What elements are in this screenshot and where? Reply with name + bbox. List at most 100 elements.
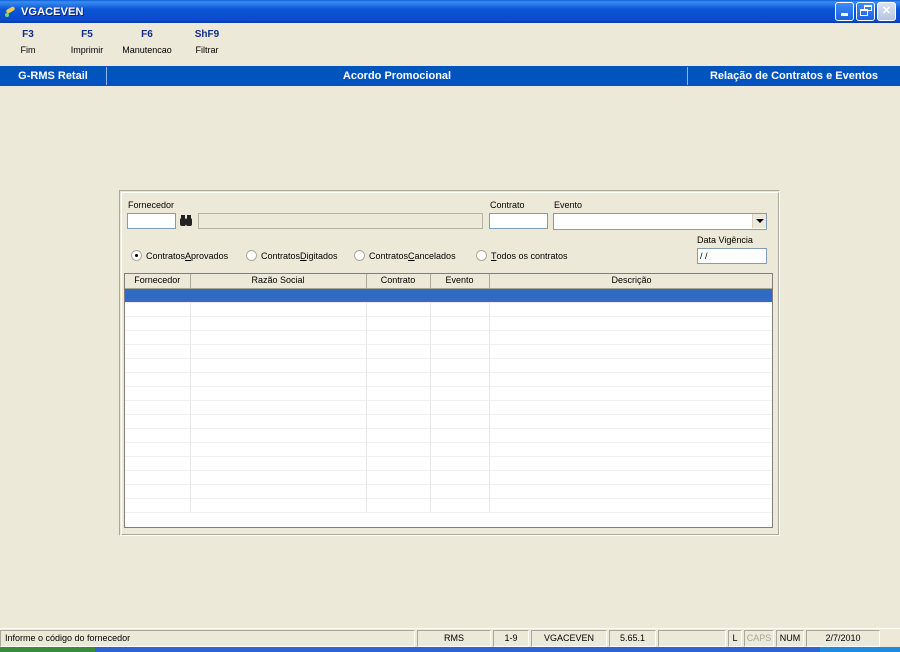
radio-todos-contratos[interactable]: Todos os contratos (476, 250, 568, 261)
table-cell (190, 302, 367, 317)
table-cell (366, 442, 431, 457)
table-cell (366, 372, 431, 387)
status-message: Informe o código do fornecedor (0, 630, 415, 647)
contrato-input[interactable] (489, 213, 548, 229)
band-screen-title: Relação de Contratos e Eventos (709, 70, 879, 82)
table-cell (489, 414, 772, 429)
table-cell (489, 400, 772, 415)
table-cell (190, 372, 367, 387)
restore-button[interactable] (856, 2, 875, 21)
table-cell (430, 358, 490, 373)
table-cell (430, 372, 490, 387)
fornecedor-label: Fornecedor (128, 200, 175, 210)
radio-dot[interactable] (131, 250, 142, 261)
fkey-fim[interactable]: F3 Fim (0, 27, 56, 63)
contracts-grid[interactable]: Fornecedor Razão Social Contrato Evento … (124, 273, 773, 528)
table-row[interactable] (125, 414, 772, 429)
table-row[interactable] (125, 484, 772, 499)
table-row[interactable] (125, 470, 772, 485)
table-row[interactable] (125, 302, 772, 317)
table-cell (430, 442, 490, 457)
chevron-down-icon[interactable] (752, 214, 766, 228)
table-cell (190, 358, 367, 373)
table-cell (366, 470, 431, 485)
column-header-razao-social[interactable]: Razão Social (190, 274, 367, 289)
table-row[interactable] (125, 330, 772, 345)
table-cell (125, 316, 191, 331)
close-button[interactable]: ✕ (877, 2, 896, 21)
table-cell (489, 344, 772, 359)
table-row[interactable] (125, 442, 772, 457)
fkey-manutencao[interactable]: F6 Manutencao (118, 27, 176, 63)
status-system: RMS (417, 630, 491, 647)
table-cell (190, 344, 367, 359)
table-cell (366, 484, 431, 499)
table-cell (489, 386, 772, 401)
radio-contratos-cancelados[interactable]: Contratos Cancelados (354, 250, 456, 261)
fkey-key: ShF9 (194, 29, 220, 40)
table-row[interactable] (125, 358, 772, 373)
column-header-descricao[interactable]: Descrição (489, 274, 772, 289)
table-cell (366, 428, 431, 443)
table-row[interactable] (125, 344, 772, 359)
table-cell (125, 358, 191, 373)
column-header-contrato[interactable]: Contrato (366, 274, 431, 289)
fkey-filtrar[interactable]: ShF9 Filtrar (176, 27, 238, 63)
table-cell (125, 386, 191, 401)
column-header-evento[interactable]: Evento (430, 274, 490, 289)
table-cell (125, 330, 191, 345)
fornecedor-input[interactable] (127, 213, 176, 229)
radio-contratos-aprovados[interactable]: Contratos Aprovados (131, 250, 228, 261)
table-cell (190, 400, 367, 415)
data-vigencia-input[interactable]: / / (697, 248, 767, 264)
table-cell (430, 400, 490, 415)
column-header-fornecedor[interactable]: Fornecedor (125, 274, 191, 289)
evento-select[interactable] (553, 213, 767, 230)
table-body (125, 288, 772, 513)
status-blank (658, 630, 726, 647)
table-row[interactable] (125, 400, 772, 415)
table-row[interactable] (125, 316, 772, 331)
table-row[interactable] (125, 456, 772, 471)
table-cell (430, 302, 490, 317)
table-row[interactable] (125, 372, 772, 387)
radio-contratos-digitados[interactable]: Contratos Digitados (246, 250, 338, 261)
razao-social-display (198, 213, 483, 229)
table-row[interactable] (125, 288, 772, 303)
table-cell (366, 498, 431, 513)
table-cell (430, 470, 490, 485)
fkey-key: F6 (141, 29, 153, 40)
table-cell (489, 372, 772, 387)
table-cell (125, 400, 191, 415)
window-title: VGACEVEN (21, 5, 84, 18)
minimize-button[interactable] (835, 2, 854, 21)
table-cell (489, 302, 772, 317)
table-cell (489, 442, 772, 457)
table-cell (190, 428, 367, 443)
table-cell (430, 456, 490, 471)
radio-dot[interactable] (354, 250, 365, 261)
window-controls: ✕ (835, 2, 896, 21)
table-cell (190, 386, 367, 401)
title-bar: VGACEVEN ✕ (0, 0, 900, 23)
table-cell (125, 484, 191, 499)
radio-dot[interactable] (246, 250, 257, 261)
table-row[interactable] (125, 386, 772, 401)
table-cell (366, 316, 431, 331)
binoculars-icon[interactable] (178, 213, 194, 229)
table-row[interactable] (125, 428, 772, 443)
radio-dot[interactable] (476, 250, 487, 261)
table-cell (125, 498, 191, 513)
table-cell (430, 288, 490, 303)
table-cell (190, 316, 367, 331)
table-cell (366, 358, 431, 373)
fkey-imprimir[interactable]: F5 Imprimir (56, 27, 118, 63)
table-cell (366, 288, 431, 303)
table-cell (125, 428, 191, 443)
table-cell (125, 414, 191, 429)
table-cell (366, 344, 431, 359)
table-cell (489, 484, 772, 499)
table-row[interactable] (125, 498, 772, 513)
table-cell (190, 442, 367, 457)
table-cell (190, 470, 367, 485)
